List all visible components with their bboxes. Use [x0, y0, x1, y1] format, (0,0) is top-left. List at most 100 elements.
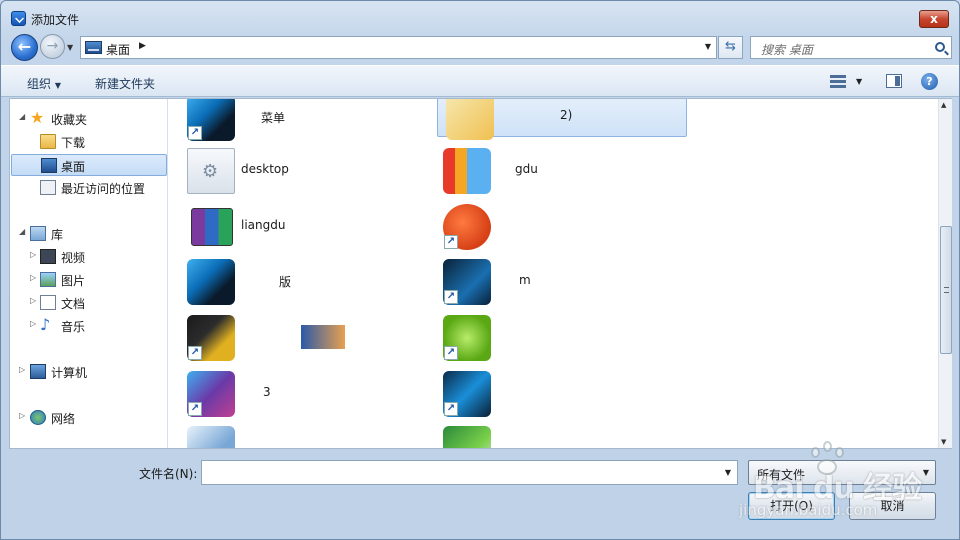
navigation-bar: ← → ▼ 桌面 ▶ ▼ ⇆ 搜索 桌面	[1, 33, 959, 63]
preview-pane-icon[interactable]	[886, 74, 902, 88]
back-button[interactable]: ←	[11, 34, 38, 61]
scroll-down-icon[interactable]: ▼	[941, 438, 946, 446]
file-name: 3	[263, 385, 271, 399]
file-item[interactable]: gdu	[425, 148, 675, 194]
file-name: 版	[279, 275, 292, 289]
address-text[interactable]: 桌面	[106, 41, 130, 58]
search-icon[interactable]	[935, 42, 945, 52]
sidebar-label: 视频	[61, 251, 86, 265]
search-input[interactable]: 搜索 桌面	[750, 36, 952, 59]
collapsed-arrow-icon[interactable]: ▷	[19, 411, 25, 420]
new-folder-button[interactable]: 新建文件夹	[95, 75, 155, 92]
file-item[interactable]: ↗ 菜单	[169, 99, 419, 141]
folder-icon	[446, 99, 494, 140]
expanded-arrow-icon[interactable]: ◢	[19, 227, 25, 236]
picture-icon	[40, 272, 56, 287]
file-item[interactable]	[425, 426, 675, 448]
navigation-pane: ◢ ★ 收藏夹 下载 桌面 最近访问的位置 ◢ 库 ▷ 视频 ▷ 图片 ▷ 文档…	[10, 99, 168, 448]
search-placeholder: 搜索 桌面	[761, 43, 813, 57]
collapsed-arrow-icon[interactable]: ▷	[30, 296, 36, 305]
sidebar-item-pictures[interactable]: ▷ 图片	[10, 269, 166, 291]
filename-label: 文件名(N):	[139, 467, 198, 481]
recent-pages-dropdown-icon[interactable]: ▼	[67, 43, 73, 52]
file-item[interactable]: ↗ m	[425, 259, 675, 305]
breadcrumb-chevron-icon[interactable]: ▶	[139, 41, 146, 51]
shield-icon	[11, 11, 26, 26]
file-item[interactable]: desktop	[169, 148, 419, 194]
file-item[interactable]: ↗	[169, 315, 419, 361]
sidebar-item-desktop[interactable]: 桌面	[11, 154, 167, 176]
sidebar-item-libraries[interactable]: ◢ 库	[10, 223, 166, 245]
file-item[interactable]: 2)	[437, 99, 687, 140]
app-icon: ↗	[187, 99, 235, 141]
filetype-dropdown-icon[interactable]: ▼	[923, 468, 929, 477]
cancel-button[interactable]: 取消	[849, 492, 936, 520]
desktop-icon	[85, 41, 102, 54]
file-item[interactable]: ↗	[425, 315, 675, 361]
close-button[interactable]: x	[919, 10, 949, 28]
sidebar-item-recent-places[interactable]: 最近访问的位置	[10, 177, 166, 199]
file-item[interactable]: ↗	[425, 204, 675, 250]
organize-label: 组织	[27, 77, 52, 91]
open-button[interactable]: 打开(O)	[748, 492, 835, 520]
filename-dropdown-icon[interactable]: ▼	[725, 468, 731, 477]
window-title: 添加文件	[31, 13, 80, 27]
shortcut-arrow-icon: ↗	[188, 346, 202, 360]
scroll-up-icon[interactable]: ▲	[941, 101, 946, 109]
sidebar-label: 最近访问的位置	[61, 182, 146, 196]
app-icon	[443, 426, 491, 448]
file-name: 2)	[560, 108, 573, 122]
view-options-icon[interactable]	[830, 75, 846, 89]
blurred-label-patch	[301, 325, 345, 349]
address-dropdown-icon[interactable]: ▼	[705, 42, 711, 51]
refresh-button[interactable]: ⇆	[718, 36, 743, 59]
file-item[interactable]: 版	[169, 259, 419, 305]
main-area: ◢ ★ 收藏夹 下载 桌面 最近访问的位置 ◢ 库 ▷ 视频 ▷ 图片 ▷ 文档…	[9, 98, 952, 449]
shortcut-arrow-icon: ↗	[444, 290, 458, 304]
chevron-down-icon: ▼	[54, 81, 61, 90]
organize-button[interactable]: 组织 ▼	[27, 75, 61, 92]
sidebar-label: 音乐	[61, 320, 86, 334]
address-bar[interactable]: 桌面 ▶ ▼	[80, 36, 717, 59]
config-file-icon	[187, 148, 235, 194]
app-icon: ↗	[443, 204, 491, 250]
file-dialog-window: 添加文件 x ← → ▼ 桌面 ▶ ▼ ⇆ 搜索 桌面 组织 ▼ 新建文件夹 ▼…	[0, 0, 960, 540]
file-name: liangdu	[241, 218, 286, 232]
app-icon: ↗	[187, 371, 235, 417]
expanded-arrow-icon[interactable]: ◢	[19, 112, 25, 121]
file-item[interactable]: ↗	[425, 371, 675, 417]
view-dropdown-icon[interactable]: ▼	[856, 77, 862, 86]
sidebar-label: 网络	[51, 412, 76, 426]
sidebar-label: 图片	[61, 274, 86, 288]
video-icon	[40, 249, 56, 264]
sidebar-item-network[interactable]: ▷ 网络	[10, 407, 166, 429]
sidebar-item-computer[interactable]: ▷ 计算机	[10, 361, 166, 383]
sidebar-label: 桌面	[61, 160, 86, 174]
file-item[interactable]	[169, 426, 419, 448]
file-item[interactable]: liangdu	[169, 204, 419, 248]
shortcut-arrow-icon: ↗	[188, 126, 202, 140]
star-icon: ★	[30, 108, 45, 127]
sidebar-item-favorites[interactable]: ◢ ★ 收藏夹	[10, 108, 166, 130]
filetype-value: 所有文件	[757, 468, 806, 482]
filename-input[interactable]: ▼	[201, 460, 738, 485]
sidebar-item-documents[interactable]: ▷ 文档	[10, 292, 166, 314]
collapsed-arrow-icon[interactable]: ▷	[30, 319, 36, 328]
app-icon: ↗	[187, 315, 235, 361]
sidebar-item-downloads[interactable]: 下载	[10, 131, 166, 153]
scroll-thumb[interactable]	[940, 226, 952, 354]
app-icon: ↗	[443, 259, 491, 305]
sidebar-item-videos[interactable]: ▷ 视频	[10, 246, 166, 268]
vertical-scrollbar[interactable]: ▲ ▼	[938, 99, 952, 448]
document-icon	[40, 295, 56, 310]
forward-button[interactable]: →	[40, 34, 65, 59]
collapsed-arrow-icon[interactable]: ▷	[30, 273, 36, 282]
collapsed-arrow-icon[interactable]: ▷	[19, 365, 25, 374]
collapsed-arrow-icon[interactable]: ▷	[30, 250, 36, 259]
shortcut-arrow-icon: ↗	[444, 346, 458, 360]
filetype-select[interactable]: 所有文件 ▼	[748, 460, 936, 485]
file-item[interactable]: ↗ 3	[169, 371, 419, 417]
help-icon[interactable]: ?	[921, 73, 938, 90]
computer-icon	[30, 364, 46, 379]
sidebar-item-music[interactable]: ▷ ♪ 音乐	[10, 315, 166, 337]
